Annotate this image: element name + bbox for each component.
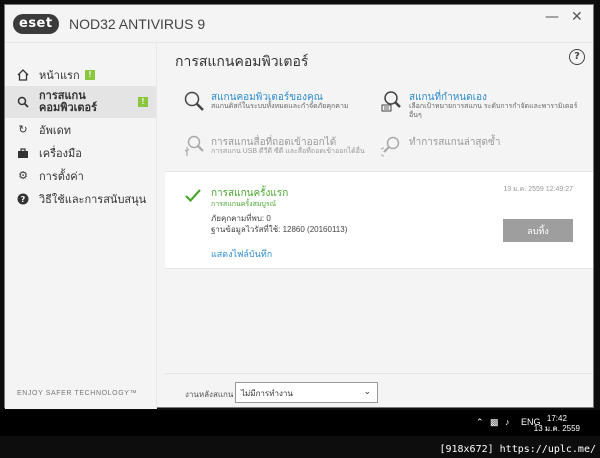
eset-window: eset NOD32 ANTIVIRUS 9 — ✕ หน้าแรก ! การ… — [4, 4, 594, 409]
scan-your-computer-option[interactable]: สแกนคอมพิวเตอร์ของคุณ สแกนดิสก์ในระบบทั้… — [183, 90, 383, 130]
title-bar: eset NOD32 ANTIVIRUS 9 — ✕ — [5, 5, 593, 43]
check-icon — [185, 187, 201, 206]
toolbox-icon — [17, 147, 29, 159]
sidebar-item-tools[interactable]: เครื่องมือ — [5, 141, 156, 164]
sidebar-item-settings[interactable]: ⚙ การตั้งค่า — [5, 164, 156, 187]
clock[interactable]: 17:42 13 ม.ค. 2559 — [534, 414, 580, 434]
usb-scan-icon — [183, 135, 205, 157]
minimize-icon[interactable]: — — [545, 9, 559, 25]
clock-time: 17:42 — [546, 414, 567, 423]
svg-text:?: ? — [21, 195, 26, 204]
clock-date: 13 ม.ค. 2559 — [533, 424, 580, 433]
option-desc: เลือกเป้าหมายการสแกน ระดับการกำจัดและพาร… — [409, 103, 578, 119]
main-panel: การสแกนคอมพิวเตอร์ ? สแกนคอมพิวเตอร์ของค… — [157, 43, 593, 407]
help-icon[interactable]: ? — [569, 49, 585, 65]
repeat-scan-icon — [379, 135, 403, 157]
post-scan-bar: งานหลังสแกน ไม่มีการทำงาน ⌄ — [165, 373, 593, 407]
sidebar-item-home[interactable]: หน้าแรก ! — [5, 63, 156, 86]
gear-icon: ⚙ — [18, 170, 28, 182]
custom-scan-icon — [381, 90, 403, 112]
help-icon: ? — [17, 193, 29, 205]
screen: eset NOD32 ANTIVIRUS 9 — ✕ หน้าแรก ! การ… — [0, 0, 600, 458]
sidebar-item-label: อัพเดท — [39, 124, 72, 137]
result-date: 13 ม.ค. 2559 12:49:27 — [503, 186, 573, 193]
search-icon — [17, 96, 29, 108]
alert-badge: ! — [138, 97, 148, 107]
removable-media-scan-option[interactable]: การสแกนสื่อที่ถอดเข้าออกได้ การสแกน USB … — [183, 135, 383, 175]
sidebar-item-label: การสแกนคอมพิวเตอร์ — [39, 90, 98, 114]
sidebar-item-label: เครื่องมือ — [39, 147, 82, 160]
page-title: การสแกนคอมพิวเตอร์ — [175, 53, 309, 69]
sidebar: หน้าแรก ! การสแกนคอมพิวเตอร์ ! ↻ อัพเดท … — [5, 43, 157, 409]
slogan: ENJOY SAFER TECHNOLOGY™ — [17, 390, 138, 397]
result-subtitle: การสแกนครั้งสมบูรณ์ — [211, 201, 277, 208]
sidebar-item-update[interactable]: ↻ อัพเดท — [5, 118, 156, 141]
close-icon[interactable]: ✕ — [571, 9, 583, 25]
show-log-link[interactable]: แสดงไฟล์บันทึก — [211, 247, 272, 261]
watermark-footer: [918x672] https://uplc.me/ — [439, 444, 596, 455]
scan-result-panel: การสแกนครั้งแรก การสแกนครั้งสมบูรณ์ 13 ม… — [165, 171, 593, 269]
sidebar-item-computer-scan[interactable]: การสแกนคอมพิวเตอร์ ! — [5, 86, 156, 118]
option-title: ทำการสแกนล่าสุดซ้ำ — [409, 137, 501, 148]
eset-logo: eset — [13, 14, 59, 34]
delete-button[interactable]: ลบทิ้ง — [503, 219, 573, 242]
sidebar-item-help[interactable]: ? วิธีใช้และการสนับสนุน — [5, 187, 156, 210]
alert-badge: ! — [85, 69, 95, 80]
refresh-icon: ↻ — [18, 124, 28, 136]
taskbar: ⌃ ▩ ♪ ENG 17:42 13 ม.ค. 2559 — [0, 410, 600, 436]
post-scan-label: งานหลังสแกน — [185, 390, 234, 399]
chevron-down-icon: ⌄ — [363, 386, 371, 396]
virus-db-version: ฐานข้อมูลไวรัสที่ใช้: 12860 (20160113) — [211, 225, 348, 234]
volume-icon[interactable]: ♪ — [505, 417, 510, 427]
home-icon — [17, 68, 29, 81]
option-desc: การสแกน USB ดีวีดี ซีดี และสื่อที่ถอดเข้… — [211, 148, 365, 155]
post-scan-action-select[interactable]: ไม่มีการทำงาน ⌄ — [235, 382, 378, 403]
chevron-up-icon[interactable]: ⌃ — [476, 417, 484, 428]
magnifier-icon — [183, 90, 205, 112]
sidebar-item-label: หน้าแรก — [39, 69, 80, 82]
sidebar-item-label: การตั้งค่า — [39, 170, 84, 183]
option-desc: สแกนดิสก์ในระบบทั้งหมดและกำจัดภัยคุกคาม — [211, 103, 349, 110]
product-name: NOD32 ANTIVIRUS 9 — [69, 16, 206, 32]
network-icon[interactable]: ▩ — [490, 417, 499, 428]
custom-scan-option[interactable]: สแกนที่กำหนดเอง เลือกเป้าหมายการสแกน ระด… — [381, 90, 581, 130]
select-value: ไม่มีการทำงาน — [241, 389, 293, 398]
repeat-last-scan-option[interactable]: ทำการสแกนล่าสุดซ้ำ — [379, 135, 581, 175]
sidebar-item-label: วิธีใช้และการสนับสนุน — [39, 193, 147, 206]
